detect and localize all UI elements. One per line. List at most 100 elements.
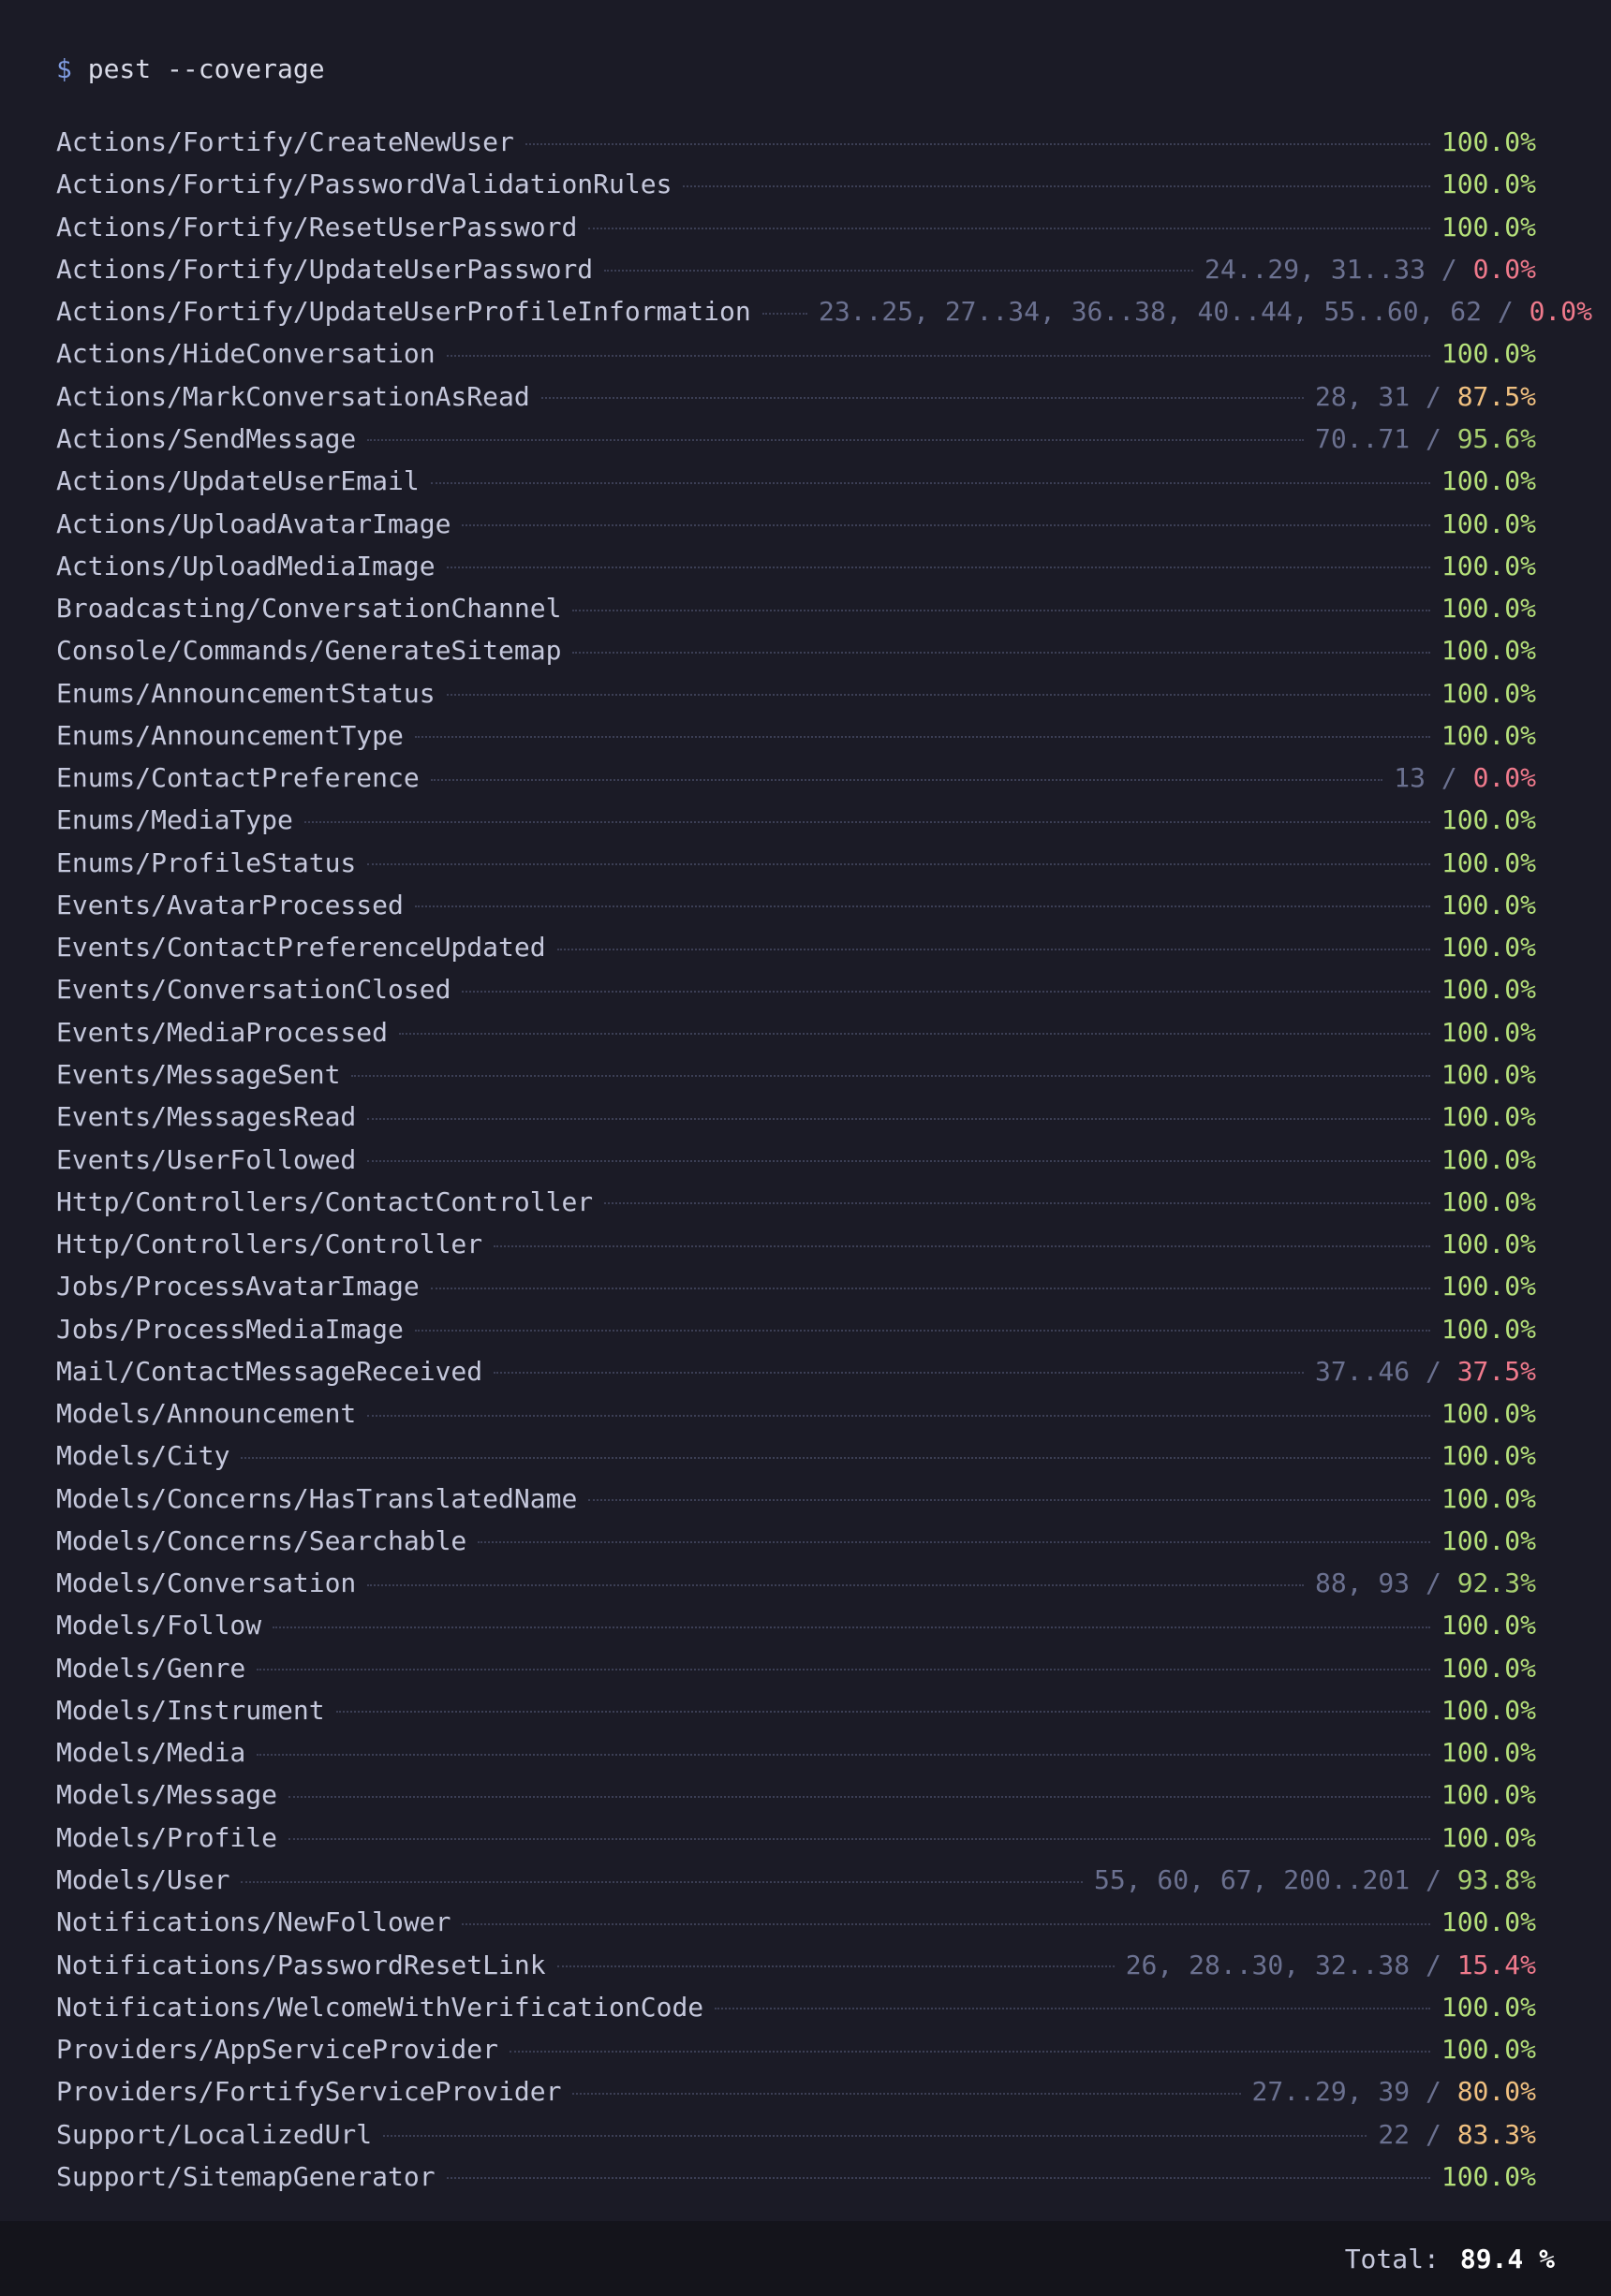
coverage-percent: 87.5% [1456,380,1536,412]
prompt-symbol: $ [56,53,72,84]
coverage-row: Actions/UploadAvatarImage 100.0% [56,502,1592,544]
file-path: Notifications/WelcomeWithVerificationCod… [56,1991,704,2023]
coverage-percent: 100.0% [1441,635,1536,667]
uncovered-lines: 23..25, 27..34, 36..38, 40..44, 55..60, … [818,296,1482,328]
coverage-percent: 83.3% [1456,2118,1536,2150]
terminal-output: $ pest --coverage Actions/Fortify/Create… [0,0,1611,2221]
dot-leader [414,905,1430,908]
dot-leader [288,1838,1430,1841]
coverage-row: Console/Commands/GenerateSitemap 100.0% [56,629,1592,671]
file-path: Models/Announcement [56,1398,357,1430]
coverage-percent: 100.0% [1441,1271,1536,1303]
coverage-row: Models/Concerns/Searchable 100.0% [56,1520,1592,1562]
coverage-percent: 37.5% [1456,1355,1536,1387]
file-path: Actions/Fortify/UpdateUserPassword [56,253,594,285]
uncovered-lines: 88, 93 [1314,1567,1411,1599]
file-path: Providers/AppServiceProvider [56,2034,499,2066]
file-path: Console/Commands/GenerateSitemap [56,635,562,667]
coverage-row: Actions/Fortify/ResetUserPassword 100.0% [56,206,1592,248]
dot-leader [715,2008,1430,2010]
coverage-row: Enums/AnnouncementStatus 100.0% [56,671,1592,714]
file-path: Http/Controllers/ContactController [56,1185,594,1217]
coverage-row: Notifications/WelcomeWithVerificationCod… [56,1986,1592,2028]
dot-leader [540,397,1304,400]
coverage-row: Broadcasting/ConversationChannel 100.0% [56,587,1592,629]
file-path: Support/LocalizedUrl [56,2118,373,2150]
dot-leader [572,651,1430,654]
uncovered-lines: 27..29, 39 [1251,2076,1411,2108]
coverage-row: Notifications/NewFollower 100.0% [56,1901,1592,1943]
coverage-percent: 100.0% [1441,1779,1536,1811]
file-path: Models/Message [56,1779,278,1811]
coverage-row: Actions/Fortify/UpdateUserProfileInforma… [56,290,1592,332]
dot-leader [414,736,1430,739]
file-path: Enums/ProfileStatus [56,846,357,878]
coverage-row: Enums/MediaType 100.0% [56,799,1592,841]
coverage-percent: 100.0% [1441,211,1536,243]
dot-leader [588,228,1430,230]
dot-leader [446,2177,1430,2180]
dot-leader [257,1669,1430,1671]
coverage-percent: 100.0% [1441,508,1536,539]
coverage-percent: 15.4% [1456,1949,1536,1980]
dot-leader [572,2092,1241,2095]
coverage-percent: 100.0% [1441,465,1536,497]
file-path: Models/City [56,1440,230,1472]
coverage-row: Models/Conversation 88, 93 / 92.3% [56,1562,1592,1604]
separator: / [1410,2118,1457,2150]
coverage-percent: 100.0% [1441,126,1536,158]
dot-leader [257,1753,1430,1756]
coverage-row: Jobs/ProcessAvatarImage 100.0% [56,1265,1592,1307]
dot-leader [399,1033,1430,1036]
coverage-row: Events/UserFollowed 100.0% [56,1138,1592,1180]
coverage-row: Models/Genre 100.0% [56,1647,1592,1689]
coverage-row: Models/Profile 100.0% [56,1817,1592,1859]
separator: / [1410,422,1457,454]
coverage-percent: 0.0% [1472,762,1536,794]
coverage-percent: 100.0% [1441,932,1536,964]
coverage-row: Enums/ProfileStatus 100.0% [56,842,1592,884]
coverage-row: Actions/UpdateUserEmail 100.0% [56,460,1592,502]
dot-leader [494,1372,1304,1375]
coverage-percent: 0.0% [1472,253,1536,285]
uncovered-lines: 55, 60, 67, 200..201 [1093,1864,1411,1896]
coverage-percent: 100.0% [1441,677,1536,709]
dot-leader [367,1117,1430,1120]
separator: / [1410,1567,1457,1599]
coverage-row: Mail/ContactMessageReceived 37..46 / 37.5… [56,1350,1592,1392]
dot-leader [430,1287,1430,1289]
coverage-percent: 100.0% [1441,1101,1536,1133]
file-path: Actions/Fortify/UpdateUserProfileInforma… [56,296,751,328]
file-path: Notifications/PasswordResetLink [56,1949,546,1980]
file-path: Actions/Fortify/PasswordValidationRules [56,169,672,200]
separator: / [1425,762,1473,794]
coverage-percent: 100.0% [1441,1482,1536,1514]
coverage-percent: 92.3% [1456,1567,1536,1599]
coverage-row: Actions/Fortify/UpdateUserPassword 24..29… [56,248,1592,290]
dot-leader [430,778,1383,781]
coverage-row: Enums/AnnouncementType 100.0% [56,714,1592,757]
coverage-percent: 80.0% [1456,2076,1536,2108]
file-path: Jobs/ProcessMediaImage [56,1313,404,1345]
dot-leader [604,270,1193,272]
coverage-row: Models/Message 100.0% [56,1774,1592,1816]
dot-leader [367,439,1304,442]
coverage-percent: 100.0% [1441,1313,1536,1345]
dot-leader [430,481,1430,484]
file-path: Actions/Fortify/CreateNewUser [56,126,514,158]
file-path: Enums/AnnouncementStatus [56,677,436,709]
file-path: Enums/AnnouncementType [56,719,404,751]
uncovered-lines: 70..71 [1314,422,1411,454]
dot-leader [241,1456,1430,1459]
coverage-row: Enums/ContactPreference 13 / 0.0% [56,757,1592,799]
coverage-percent: 100.0% [1441,974,1536,1006]
dot-leader [683,184,1430,187]
separator: / [1410,1864,1457,1896]
coverage-percent: 100.0% [1441,1610,1536,1641]
file-path: Actions/UploadAvatarImage [56,508,451,539]
coverage-percent: 100.0% [1441,1991,1536,2023]
coverage-row: Providers/FortifyServiceProvider 27..29, … [56,2070,1592,2112]
file-path: Enums/MediaType [56,804,293,836]
dot-leader [446,567,1430,569]
coverage-percent: 100.0% [1441,2160,1536,2192]
